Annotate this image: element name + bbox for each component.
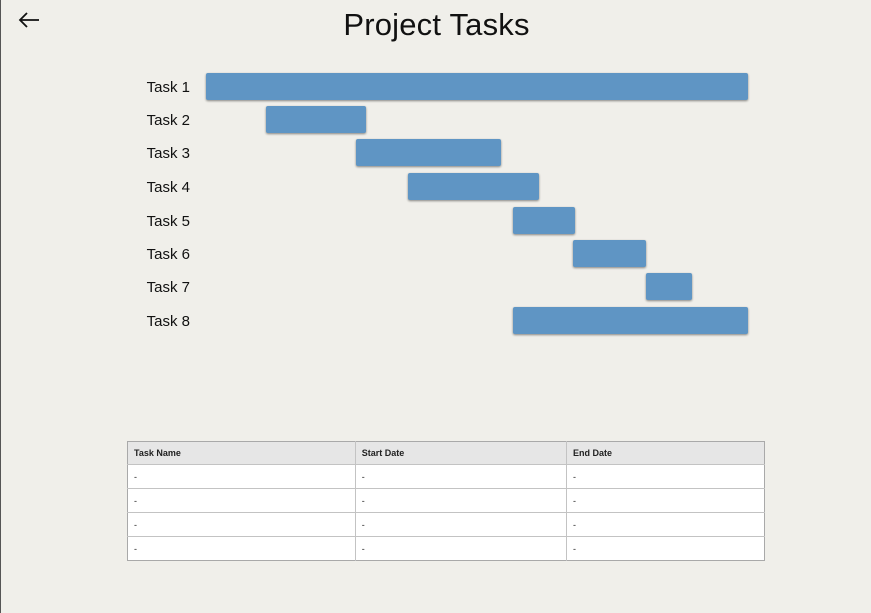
table-row: - - - — [127, 488, 765, 513]
column-header-start-date: Start Date — [355, 441, 568, 465]
gantt-bar[interactable] — [408, 172, 539, 200]
gantt-task-label: Task 7 — [146, 279, 190, 296]
table-row: - - - — [127, 512, 765, 537]
cell-end-date: - — [566, 512, 765, 537]
gantt-bar[interactable] — [573, 239, 647, 267]
table-row: - - - — [127, 536, 765, 561]
cell-end-date: - — [566, 464, 765, 489]
gantt-task-label: Task 3 — [146, 145, 190, 162]
column-header-task-name: Task Name — [127, 441, 356, 465]
gantt-task-label: Task 6 — [146, 246, 190, 263]
gantt-bar[interactable] — [512, 206, 575, 234]
gantt-task-label: Task 1 — [146, 79, 190, 96]
cell-task-name: - — [127, 512, 356, 537]
gantt-bar[interactable] — [356, 138, 501, 166]
gantt-task-label: Task 5 — [146, 213, 190, 230]
cell-start-date: - — [355, 488, 568, 513]
cell-task-name: - — [127, 488, 356, 513]
cell-task-name: - — [127, 536, 356, 561]
gantt-task-label: Task 4 — [146, 179, 190, 196]
gantt-bar[interactable] — [265, 105, 367, 133]
gantt-bar[interactable] — [512, 306, 748, 334]
gantt-task-label: Task 2 — [146, 112, 190, 129]
cell-task-name: - — [127, 464, 356, 489]
cell-end-date: - — [573, 543, 577, 554]
gantt-bar[interactable] — [206, 72, 748, 100]
gantt-chart: Task 1 Task 2 Task 3 Task 4 Task 5 Task 6 Task… — [1, 0, 871, 350]
gantt-task-label: Task 8 — [146, 313, 190, 330]
table-row: - - - — [127, 464, 765, 489]
column-header-end-date: End Date — [566, 441, 765, 465]
cell-start-date: - — [355, 536, 568, 561]
cell-start-date: - — [355, 512, 568, 537]
cell-start-date: - — [355, 464, 568, 489]
cell-end-date: - — [566, 488, 765, 513]
table-header-row: Task Name Start Date End Date — [127, 441, 765, 465]
gantt-bar[interactable] — [646, 272, 692, 300]
task-table: Task Name Start Date End Date - - - - - … — [127, 441, 765, 561]
